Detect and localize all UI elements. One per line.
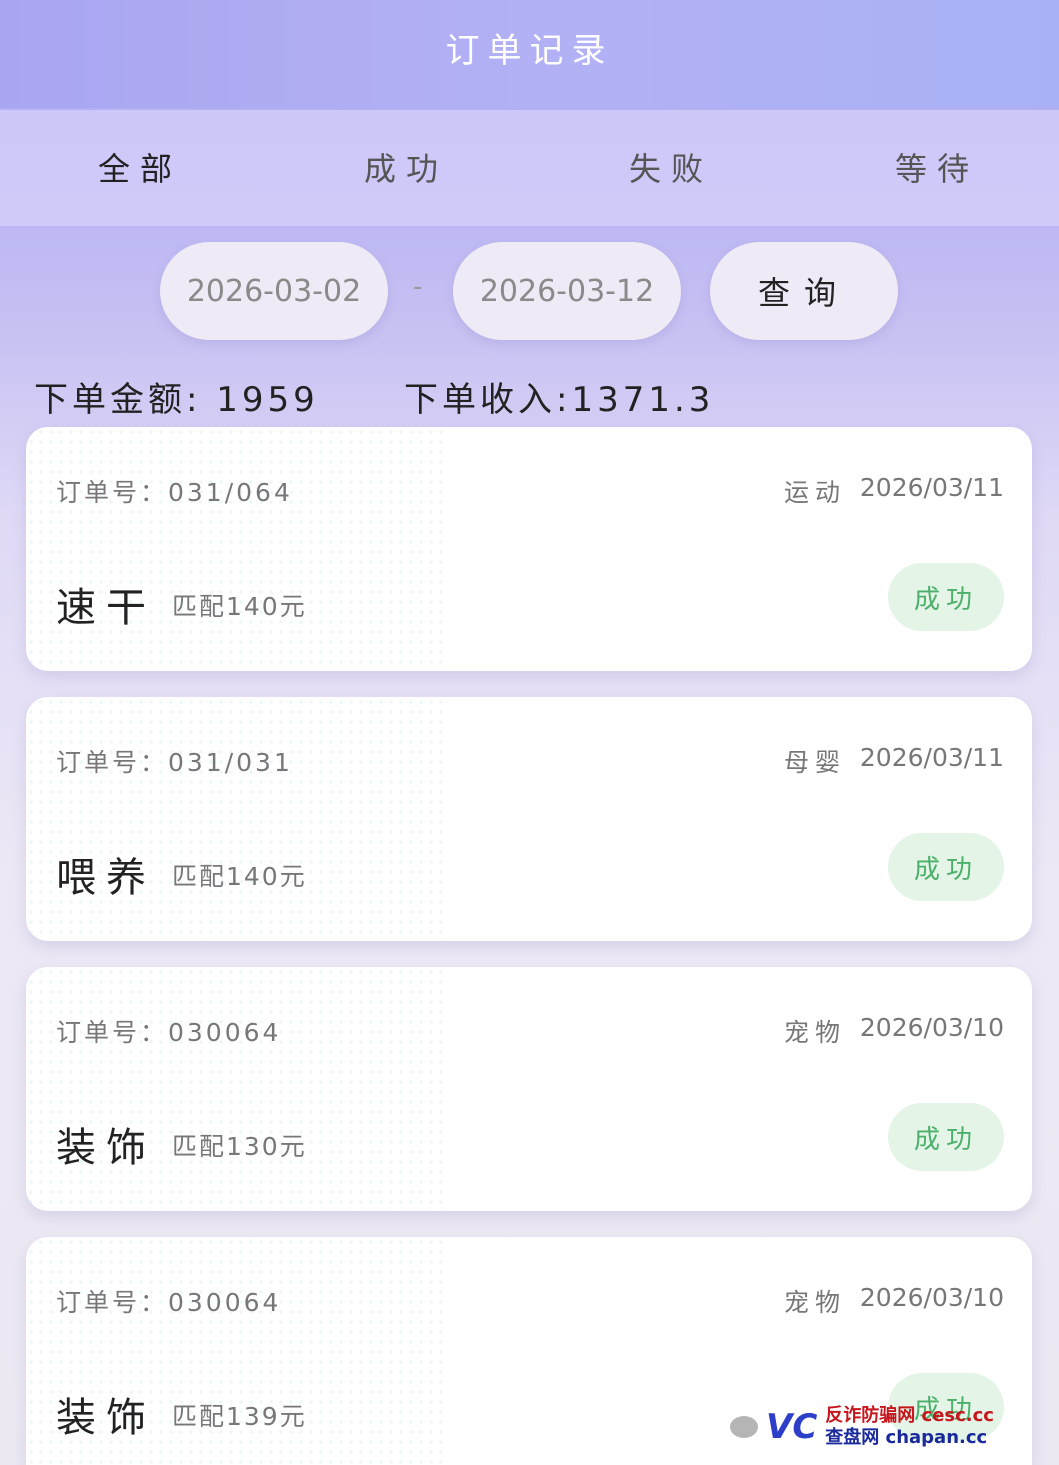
order-category: 运动 (783, 478, 846, 507)
product-name: 速干 (56, 585, 156, 631)
order-category: 宠物 (783, 1288, 846, 1317)
order-number: 订单号：030064 (56, 1018, 282, 1047)
order-income-summary: 下单收入:1371.3 (404, 380, 715, 420)
watermark-text: 反诈防骗网 cesc.cc 查盘网 chapan.cc (825, 1405, 994, 1449)
order-category: 母婴 (783, 748, 846, 777)
product-name: 装饰 (56, 1125, 156, 1171)
order-card[interactable]: 订单号：031/031 母婴 2026/03/11 喂养 匹配140元 成功 (26, 697, 1032, 941)
order-category: 宠物 (783, 1018, 846, 1047)
order-amount-summary: 下单金额: 1959 (34, 380, 319, 420)
page-title: 订单记录 (445, 30, 614, 71)
order-number: 订单号：030064 (56, 1288, 282, 1317)
status-tabs: 全部 成功 失败 等待 (0, 110, 1059, 226)
order-date: 2026/03/11 (859, 473, 1004, 502)
order-date: 2026/03/10 (859, 1283, 1004, 1312)
match-amount: 匹配130元 (172, 1132, 307, 1161)
product-name: 喂养 (56, 855, 156, 901)
status-badge: 成功 (888, 833, 1004, 901)
query-button[interactable]: 查询 (710, 242, 898, 340)
order-card[interactable]: 订单号：030064 宠物 2026/03/10 装饰 匹配130元 成功 (26, 967, 1032, 1211)
tab-all[interactable]: 全部 (98, 144, 182, 190)
tab-failed[interactable]: 失败 (629, 144, 713, 190)
watermark-line1: 反诈防骗网 cesc.cc (825, 1405, 994, 1426)
tab-waiting[interactable]: 等待 (895, 144, 979, 190)
order-date: 2026/03/11 (859, 743, 1004, 772)
app-header: 订单记录 (0, 0, 1059, 108)
order-number: 订单号：031/031 (56, 748, 293, 777)
watermark-line2: 查盘网 chapan.cc (825, 1427, 988, 1448)
order-number: 订单号：031/064 (56, 478, 293, 507)
match-amount: 匹配140元 (172, 592, 307, 621)
date-separator: - (413, 272, 423, 302)
match-amount: 匹配140元 (172, 862, 307, 891)
status-badge: 成功 (888, 563, 1004, 631)
order-card[interactable]: 订单号：031/064 运动 2026/03/11 速干 匹配140元 成功 (26, 427, 1032, 671)
start-date-field[interactable]: 2026-03-02 (160, 242, 388, 340)
status-badge: 成功 (888, 1103, 1004, 1171)
wechat-icon (730, 1416, 758, 1438)
tab-success[interactable]: 成功 (364, 144, 448, 190)
watermark-logo: VC (766, 1407, 818, 1447)
order-date: 2026/03/10 (859, 1013, 1004, 1042)
match-amount: 匹配139元 (172, 1402, 307, 1431)
watermark: VC 反诈防骗网 cesc.cc 查盘网 chapan.cc (730, 1398, 1030, 1456)
product-name: 装饰 (56, 1395, 156, 1441)
end-date-field[interactable]: 2026-03-12 (453, 242, 681, 340)
